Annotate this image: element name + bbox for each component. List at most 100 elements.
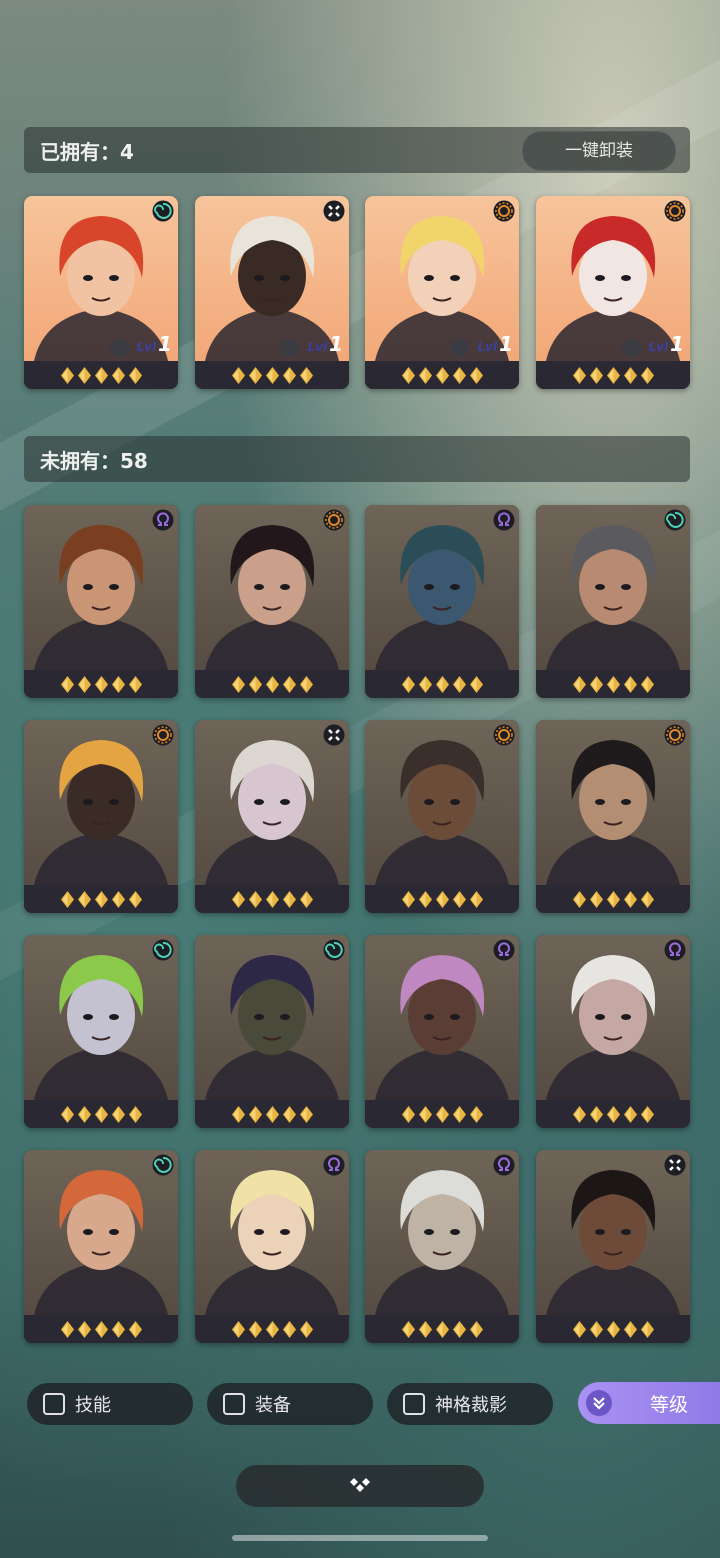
unowned-hero-card[interactable] — [195, 505, 349, 698]
star-icon — [452, 366, 466, 384]
star-icon — [128, 675, 142, 693]
star-icon — [265, 1105, 279, 1123]
star-icon — [401, 675, 415, 693]
star-icon — [299, 366, 313, 384]
star-icon — [452, 1105, 466, 1123]
star-icon — [623, 675, 637, 693]
filter-label: 装备 — [255, 1395, 291, 1416]
gear-slot-icon — [451, 339, 469, 357]
gear-slot-icon — [281, 339, 299, 357]
bottom-menu-button[interactable] — [236, 1465, 484, 1507]
unowned-hero-card[interactable] — [536, 505, 690, 698]
star-icon — [77, 366, 91, 384]
star-icon — [248, 366, 262, 384]
unowned-hero-card[interactable] — [24, 935, 178, 1128]
star-icon — [231, 1105, 245, 1123]
star-icon — [282, 890, 296, 908]
star-rating — [365, 361, 519, 389]
unowned-hero-card[interactable] — [24, 720, 178, 913]
unowned-hero-card[interactable] — [365, 720, 519, 913]
star-icon — [572, 675, 586, 693]
star-icon — [418, 366, 432, 384]
star-rating — [536, 1100, 690, 1128]
star-icon — [589, 1320, 603, 1338]
unowned-hero-card[interactable] — [536, 935, 690, 1128]
star-icon — [94, 366, 108, 384]
swirl-icon — [152, 1154, 174, 1176]
sun-icon — [152, 724, 174, 746]
star-icon — [418, 1320, 432, 1338]
filter-equipment[interactable]: 装备 — [207, 1383, 373, 1425]
unowned-hero-card[interactable] — [365, 1150, 519, 1343]
star-icon — [640, 1105, 654, 1123]
star-icon — [111, 890, 125, 908]
star-icon — [111, 366, 125, 384]
checkbox-icon[interactable] — [403, 1393, 425, 1415]
star-icon — [128, 890, 142, 908]
star-icon — [77, 1320, 91, 1338]
star-rating — [24, 885, 178, 913]
filter-divine-shadow[interactable]: 神格裁影 — [387, 1383, 553, 1425]
star-rating — [536, 361, 690, 389]
owned-hero-card[interactable]: Lvl 1 — [365, 196, 519, 389]
checkbox-icon[interactable] — [223, 1393, 245, 1415]
star-icon — [452, 1320, 466, 1338]
star-icon — [111, 675, 125, 693]
star-icon — [469, 1320, 483, 1338]
cross-icon — [664, 1154, 686, 1176]
unowned-hero-card[interactable] — [365, 935, 519, 1128]
star-rating — [24, 1315, 178, 1343]
star-icon — [606, 366, 620, 384]
star-icon — [231, 1320, 245, 1338]
star-icon — [248, 675, 262, 693]
star-icon — [77, 890, 91, 908]
swirl-icon — [152, 939, 174, 961]
omega-icon — [664, 939, 686, 961]
hero-level: Lvl 1 — [136, 332, 172, 356]
star-icon — [606, 1320, 620, 1338]
unowned-hero-card[interactable] — [536, 720, 690, 913]
home-indicator[interactable] — [232, 1535, 488, 1541]
star-icon — [94, 1105, 108, 1123]
checkbox-icon[interactable] — [43, 1393, 65, 1415]
star-rating — [24, 1100, 178, 1128]
unowned-hero-card[interactable] — [195, 1150, 349, 1343]
star-icon — [589, 366, 603, 384]
level-number: 1 — [158, 332, 172, 356]
unequip-all-button[interactable]: 一键卸装 — [522, 131, 676, 171]
sort-by-level-button[interactable]: 等级 — [578, 1382, 720, 1424]
star-icon — [623, 890, 637, 908]
star-icon — [623, 1320, 637, 1338]
star-icon — [606, 1105, 620, 1123]
star-icon — [640, 1320, 654, 1338]
sun-icon — [493, 200, 515, 222]
star-icon — [452, 675, 466, 693]
sort-label: 等级 — [650, 1393, 689, 1416]
unowned-hero-card[interactable] — [24, 1150, 178, 1343]
level-prefix: Lvl — [136, 340, 157, 354]
unowned-hero-card[interactable] — [536, 1150, 690, 1343]
star-rating — [195, 1100, 349, 1128]
unowned-hero-card[interactable] — [195, 935, 349, 1128]
owned-hero-card[interactable]: Lvl 1 — [536, 196, 690, 389]
star-icon — [111, 1105, 125, 1123]
level-number: 1 — [499, 332, 513, 356]
star-icon — [282, 675, 296, 693]
unowned-hero-card[interactable] — [24, 505, 178, 698]
star-icon — [452, 890, 466, 908]
hero-level: Lvl 1 — [648, 332, 684, 356]
star-icon — [435, 890, 449, 908]
star-icon — [469, 890, 483, 908]
filter-skill[interactable]: 技能 — [27, 1383, 193, 1425]
cross-icon — [323, 200, 345, 222]
star-icon — [128, 366, 142, 384]
gear-slot-icon — [622, 339, 640, 357]
star-icon — [248, 890, 262, 908]
unowned-hero-card[interactable] — [365, 505, 519, 698]
star-icon — [60, 1105, 74, 1123]
owned-hero-card[interactable]: Lvl 1 — [195, 196, 349, 389]
star-icon — [401, 366, 415, 384]
unowned-hero-card[interactable] — [195, 720, 349, 913]
owned-hero-card[interactable]: Lvl 1 — [24, 196, 178, 389]
star-icon — [589, 1105, 603, 1123]
